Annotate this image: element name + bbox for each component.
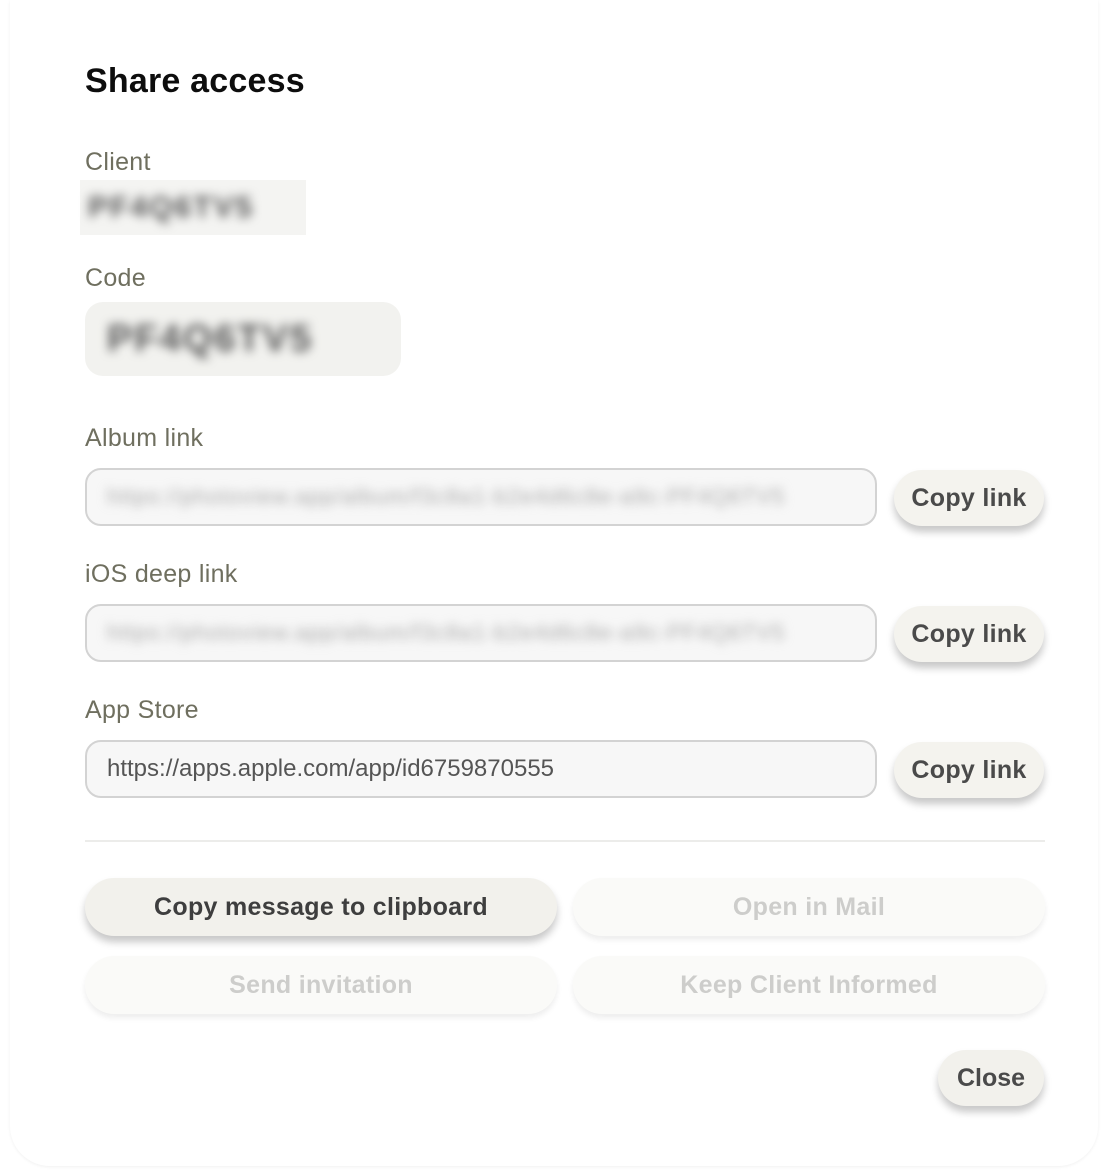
client-label: Client [85,148,151,176]
album-link-label: Album link [85,424,204,452]
open-in-mail-button[interactable]: Open in Mail [573,878,1045,936]
ios-deep-link-field[interactable]: https://photoview.app/album/f3c8a1-b2e4d… [85,604,877,662]
ios-deep-link-value: https://photoview.app/album/f3c8a1-b2e4d… [107,620,786,645]
copy-app-store-link-button[interactable]: Copy link [894,742,1044,798]
dialog-title: Share access [85,62,305,100]
send-invitation-button[interactable]: Send invitation [85,956,557,1014]
keep-client-informed-button[interactable]: Keep Client Informed [573,956,1045,1014]
share-access-dialog: Share access Client PF4Q6TV5 Code PF4Q6T… [10,0,1098,1166]
album-link-value: https://photoview.app/album/f3c8a1-b2e4d… [107,484,786,509]
client-value-text: PF4Q6TV5 [88,191,255,224]
code-value-text: PF4Q6TV5 [107,318,314,360]
copy-album-link-button[interactable]: Copy link [894,470,1044,526]
code-value-box: PF4Q6TV5 [85,302,401,376]
copy-ios-deep-link-button[interactable]: Copy link [894,606,1044,662]
close-button[interactable]: Close [938,1050,1044,1106]
app-store-link-field[interactable]: https://apps.apple.com/app/id6759870555 [85,740,877,798]
copy-message-button[interactable]: Copy message to clipboard [85,878,557,936]
app-store-link-value: https://apps.apple.com/app/id6759870555 [107,755,555,782]
code-label: Code [85,264,146,292]
section-divider [85,840,1045,842]
app-store-label: App Store [85,696,199,724]
ios-deep-link-label: iOS deep link [85,560,238,588]
album-link-field[interactable]: https://photoview.app/album/f3c8a1-b2e4d… [85,468,877,526]
client-value: PF4Q6TV5 [80,180,306,235]
